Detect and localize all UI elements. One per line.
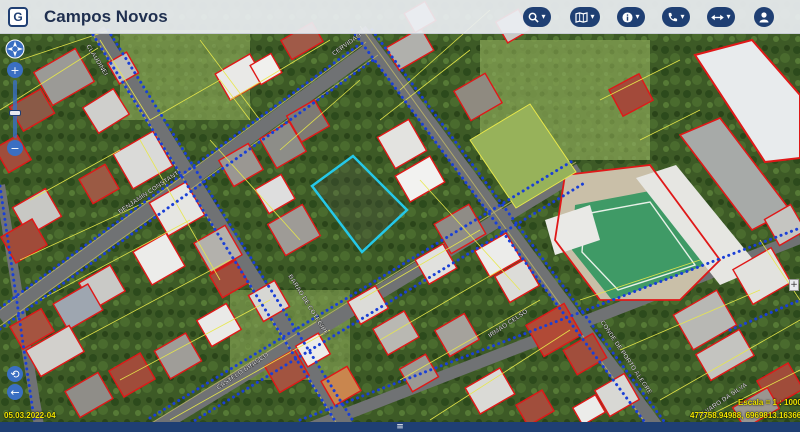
logo-letter: G: [13, 10, 23, 24]
compass-icon[interactable]: [4, 38, 26, 60]
info-icon: [622, 11, 634, 23]
search-menu-button[interactable]: ▾: [523, 7, 551, 27]
refresh-button[interactable]: ⟲: [7, 366, 23, 382]
info-menu-caret: ▾: [635, 12, 640, 21]
user-icon: [759, 11, 769, 22]
tools-menu-button[interactable]: ▾: [707, 7, 735, 27]
measure-arrows-icon: [711, 14, 725, 20]
map-icon: [575, 11, 589, 23]
layers-menu-caret: ▾: [590, 12, 595, 21]
zoom-slider-handle[interactable]: [9, 110, 21, 116]
contact-menu-caret: ▾: [680, 12, 685, 21]
aerial-map[interactable]: BENJAMIN CONSTANT CERVIDAO CLAUDINEI BAR…: [0, 0, 800, 432]
info-menu-button[interactable]: ▾: [617, 7, 645, 27]
scale-readout: Escala = 1 : 1000: [738, 398, 800, 407]
tools-menu-caret: ▾: [726, 12, 731, 21]
date-readout: 05.03.2022-04: [4, 411, 56, 420]
app-title: Campos Novos: [44, 7, 168, 26]
phone-icon: [669, 12, 678, 21]
bottom-panel-toggle[interactable]: ≡: [396, 422, 404, 432]
expand-panel-button[interactable]: +: [789, 279, 799, 291]
coordinate-readout: 477758.94988, 6969813.16366: [690, 411, 800, 420]
search-icon: [529, 12, 540, 23]
contact-menu-button[interactable]: ▾: [662, 7, 690, 27]
zoom-slider-track[interactable]: [13, 80, 17, 138]
back-button[interactable]: ←: [7, 384, 23, 400]
search-menu-caret: ▾: [541, 12, 546, 21]
zoom-out-button[interactable]: −: [7, 140, 23, 156]
user-button[interactable]: [754, 7, 774, 27]
app-logo[interactable]: G: [8, 7, 28, 27]
bottom-bar: ≡: [0, 422, 800, 432]
zoom-in-button[interactable]: +: [7, 62, 23, 78]
zoom-control: + −: [4, 38, 26, 156]
top-toolbar: G Campos Novos ▾ ▾ ▾ ▾ ▾: [0, 0, 800, 34]
layers-menu-button[interactable]: ▾: [570, 7, 600, 27]
